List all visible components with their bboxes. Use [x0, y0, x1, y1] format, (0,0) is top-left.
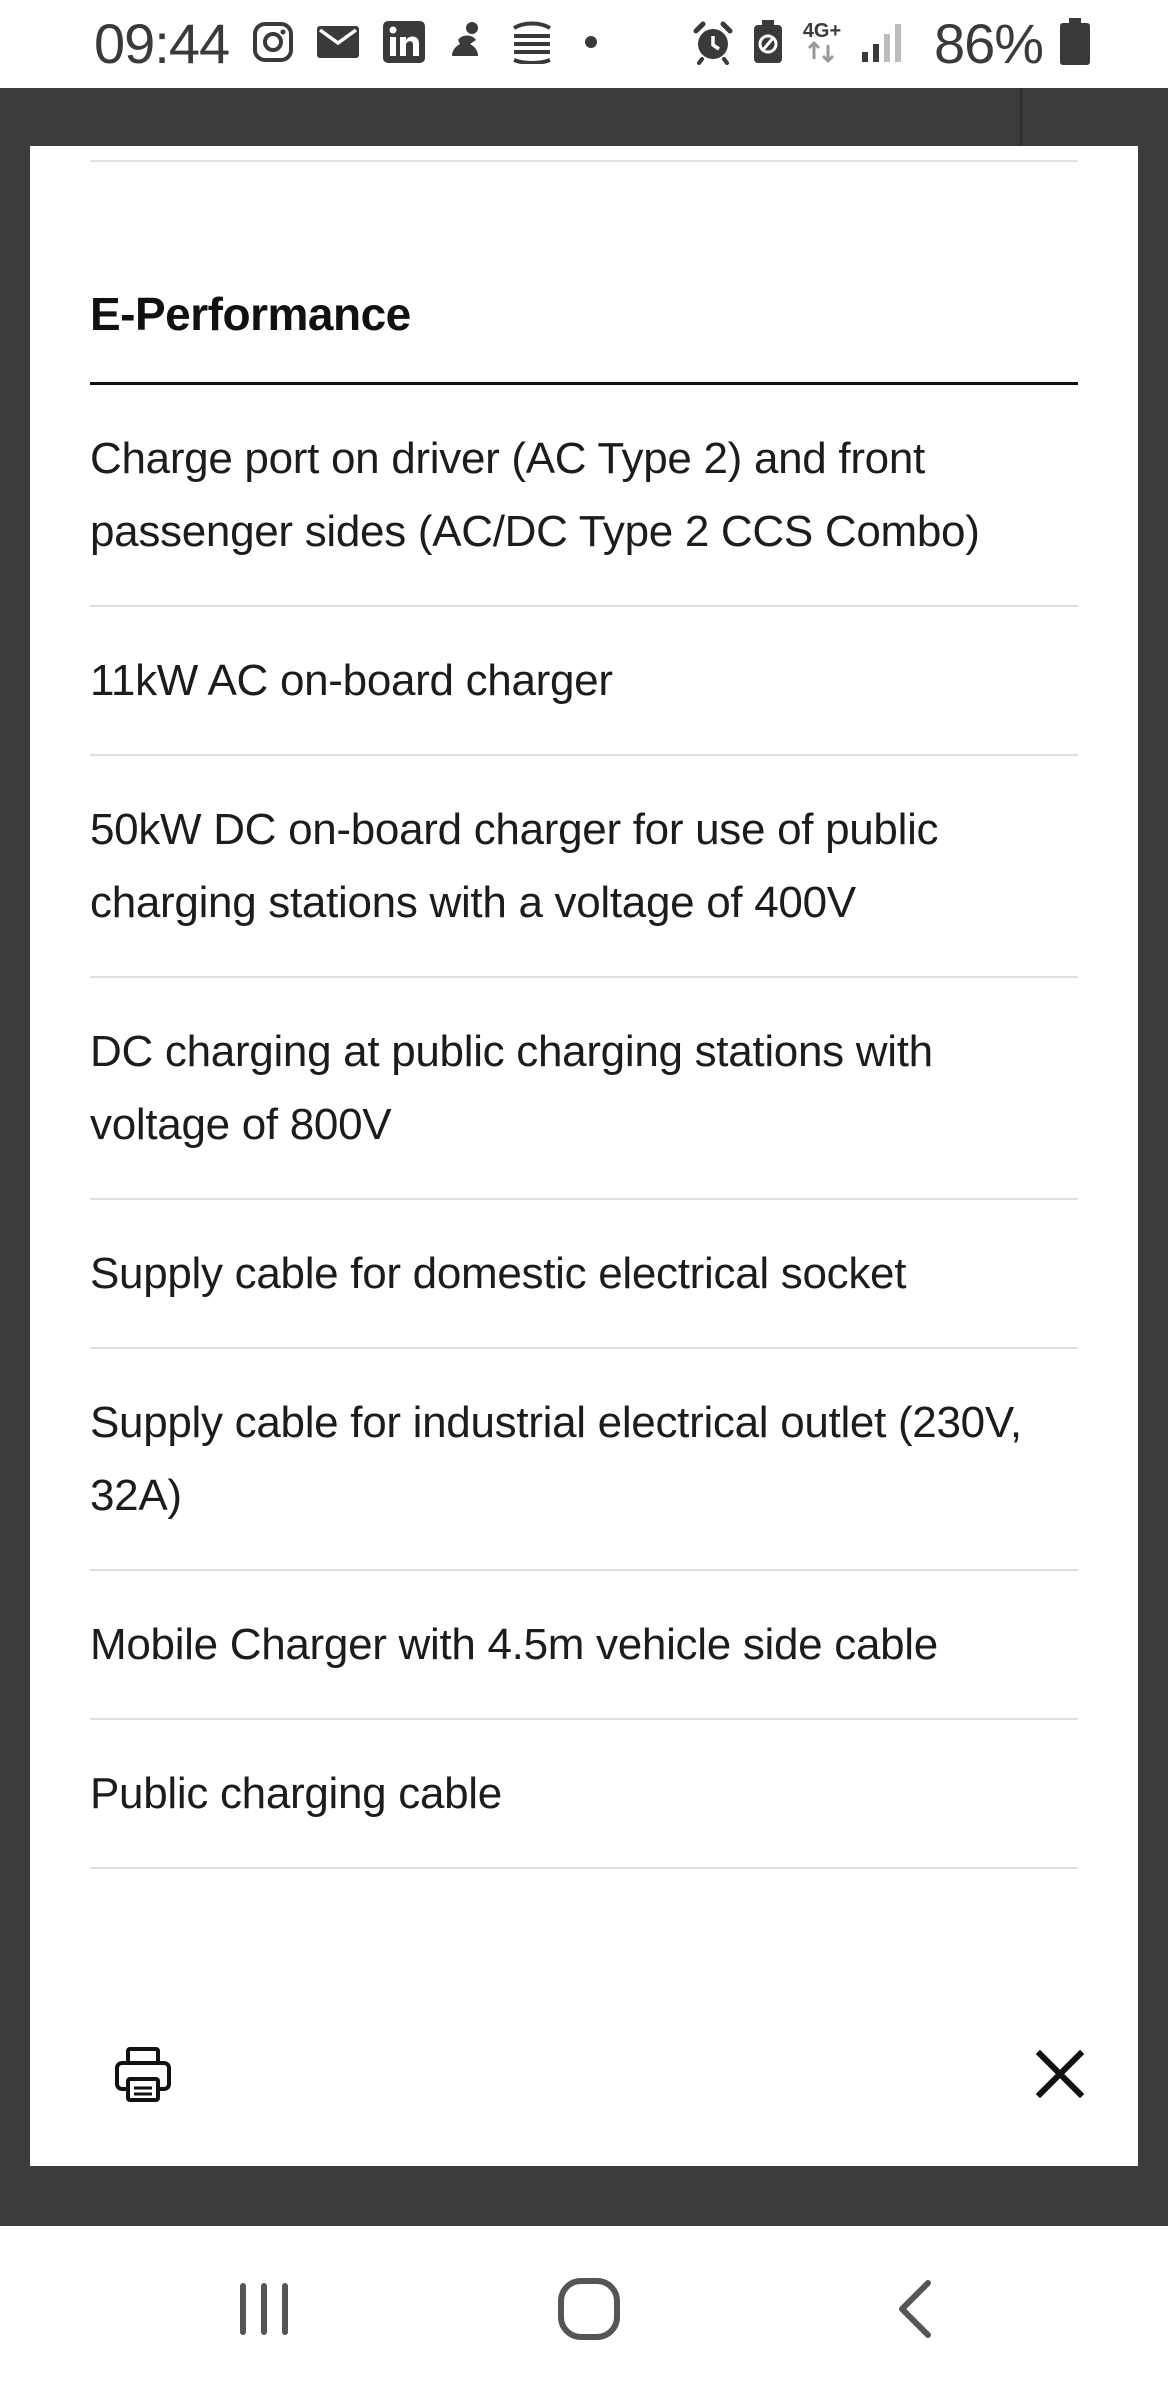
equipment-modal: E-Performance Charge port on driver (AC … — [30, 146, 1138, 2166]
list-item: 11kW AC on-board charger — [90, 607, 1078, 756]
feature-text: DC charging at public charging stations … — [90, 1027, 933, 1149]
section-title: E-Performance — [90, 288, 411, 340]
battery-saver-icon — [752, 19, 784, 70]
list-item: 50kW DC on-board charger for use of publ… — [90, 756, 1078, 978]
back-icon — [890, 2277, 940, 2346]
feature-text: Supply cable for industrial electrical o… — [90, 1398, 1022, 1520]
list-item: Supply cable for industrial electrical o… — [90, 1349, 1078, 1571]
printer-icon — [114, 2046, 172, 2109]
battery-percent: 86% — [934, 10, 1092, 82]
stack-icon — [510, 20, 554, 69]
home-button[interactable] — [544, 2266, 634, 2356]
alarm-icon — [690, 19, 736, 70]
close-icon — [1035, 2049, 1085, 2104]
system-icons: 4G+ — [690, 18, 904, 70]
top-divider — [90, 160, 1078, 162]
status-bar: 09:44 4G+ 86% — [0, 0, 1168, 88]
network-4g-icon: 4G+ — [800, 21, 844, 68]
list-item: Mobile Charger with 4.5m vehicle side ca… — [90, 1571, 1078, 1720]
recent-apps-icon — [234, 2279, 294, 2344]
overlay-seam — [1020, 88, 1022, 146]
status-time: 09:44 — [94, 12, 230, 75]
print-button[interactable] — [112, 2046, 174, 2108]
back-button[interactable] — [870, 2266, 960, 2356]
battery-icon — [1058, 14, 1092, 82]
feature-text: Charge port on driver (AC Type 2) and fr… — [90, 434, 980, 556]
instagram-icon — [252, 21, 294, 68]
feature-text: Supply cable for domestic electrical soc… — [90, 1249, 907, 1298]
recent-apps-button[interactable] — [219, 2266, 309, 2356]
close-button[interactable] — [1030, 2046, 1090, 2106]
screen: 09:44 4G+ 86% E-Performance Charge port … — [0, 0, 1168, 2400]
linkedin-icon — [382, 20, 426, 69]
feature-list: Charge port on driver (AC Type 2) and fr… — [90, 385, 1078, 1869]
notification-icons — [252, 18, 606, 70]
navigation-bar — [0, 2226, 1168, 2400]
list-item: DC charging at public charging stations … — [90, 978, 1078, 1200]
signal-icon — [860, 20, 904, 69]
feature-text: Mobile Charger with 4.5m vehicle side ca… — [90, 1620, 938, 1669]
app-icon — [448, 20, 488, 69]
dot-icon — [576, 27, 606, 62]
feature-text: Public charging cable — [90, 1769, 502, 1818]
feature-text: 50kW DC on-board charger for use of publ… — [90, 805, 939, 927]
list-item: Charge port on driver (AC Type 2) and fr… — [90, 385, 1078, 607]
list-item: Supply cable for domestic electrical soc… — [90, 1200, 1078, 1349]
mail-icon — [316, 24, 360, 65]
list-item: Public charging cable — [90, 1720, 1078, 1869]
home-icon — [557, 2277, 621, 2346]
feature-text: 11kW AC on-board charger — [90, 656, 613, 705]
